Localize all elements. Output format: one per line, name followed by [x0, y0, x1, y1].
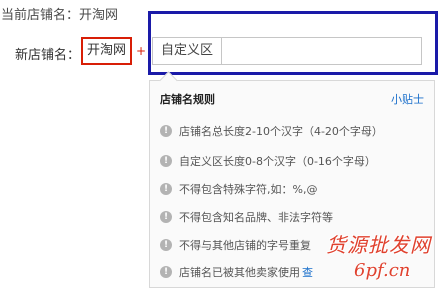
plus-icon: + — [135, 44, 147, 58]
custom-area-input-group: 自定义区 — [152, 37, 422, 65]
tips-link[interactable]: 小贴士 — [391, 91, 424, 107]
rule-item: ! 不得包含特殊字符,如：%,@ — [160, 181, 317, 197]
rule-item: ! 不得与其他店铺的字号重复 — [160, 237, 311, 253]
info-icon: ! — [160, 183, 172, 195]
rule-text: 店铺名已被其他卖家使用 — [179, 266, 300, 279]
custom-area-prefix: 自定义区 — [153, 38, 222, 64]
info-icon: ! — [160, 266, 172, 278]
rule-text: 不得包含知名品牌、非法字符等 — [179, 211, 333, 224]
rule-item: ! 店铺名总长度2-10个汉字（4-20个字母） — [160, 123, 383, 139]
info-icon: ! — [160, 155, 172, 167]
rule-check-link[interactable]: 查 — [302, 264, 313, 280]
info-icon: ! — [160, 239, 172, 251]
rule-text: 店铺名总长度2-10个汉字（4-20个字母） — [179, 125, 383, 138]
rule-item: ! 不得包含知名品牌、非法字符等 — [160, 209, 333, 225]
rules-popover: 店铺名规则 小贴士 ! 店铺名总长度2-10个汉字（4-20个字母） ! 自定义… — [149, 80, 435, 288]
info-icon: ! — [160, 211, 172, 223]
rule-item: ! 自定义区长度0-8个汉字（0-16个字母） — [160, 153, 376, 169]
rule-item: ! 店铺名已被其他卖家使用 查 — [160, 264, 313, 280]
store-name-field[interactable]: 开淘网 — [81, 37, 132, 65]
current-store-label: 当前店铺名： — [1, 8, 80, 23]
rule-text: 不得与其他店铺的字号重复 — [179, 239, 311, 252]
current-store-row: 当前店铺名：开淘网 — [1, 4, 118, 23]
rules-title: 店铺名规则 — [160, 93, 215, 106]
rule-text: 自定义区长度0-8个汉字（0-16个字母） — [179, 155, 376, 168]
current-store-value: 开淘网 — [79, 8, 119, 23]
custom-area-input[interactable] — [222, 38, 421, 64]
new-store-label: 新店铺名： — [15, 48, 81, 63]
rule-text: 不得包含特殊字符,如：%,@ — [179, 183, 318, 196]
info-icon: ! — [160, 125, 172, 137]
